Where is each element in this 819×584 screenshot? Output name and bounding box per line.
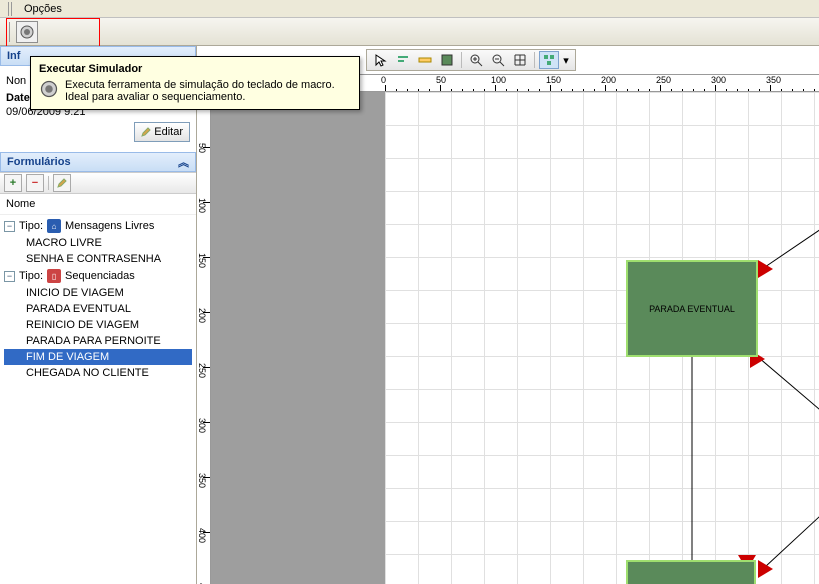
align-icon [396, 53, 410, 67]
tree-item[interactable]: REINICIO DE VIAGEM [4, 317, 192, 333]
canvas-gray-pad [211, 92, 385, 584]
main-area: Inf ︽ Non Date de Criação 09/06/2009 9:2… [0, 46, 819, 584]
simulator-icon [39, 79, 59, 99]
forms-panel-header[interactable]: Formulários ︽ [0, 152, 196, 172]
grip-icon [8, 2, 14, 16]
tree-item[interactable]: FIM DE VIAGEM [4, 349, 192, 365]
collapse-box-icon[interactable]: − [4, 221, 15, 232]
forms-tree: − Tipo: ⌂ Mensagens Livres MACRO LIVRE S… [0, 215, 196, 584]
pencil-icon [141, 127, 151, 137]
square-icon [440, 53, 454, 67]
forms-toolbar: + − [0, 172, 196, 194]
top-toolbar [0, 18, 819, 46]
layout-button[interactable] [539, 51, 559, 69]
dropdown-button[interactable]: ▾ [561, 51, 571, 69]
nome-column-header: Nome [0, 194, 196, 215]
canvas-area: ▾ 050100150200250300350400450500 5010015… [197, 46, 819, 584]
separator [48, 176, 49, 190]
tree-group[interactable]: − Tipo: ▯ Sequenciadas [4, 267, 192, 285]
remove-button[interactable]: − [26, 174, 44, 192]
forms-header-label: Formulários [7, 156, 71, 168]
tree-item[interactable]: PARADA PARA PERNOITE [4, 333, 192, 349]
zoom-in-icon [469, 53, 483, 67]
separator [534, 52, 535, 68]
layout-icon [542, 53, 556, 67]
grip-icon [6, 22, 12, 42]
tooltip-desc: Executa ferramenta de simulação do tecla… [65, 79, 351, 103]
tooltip: Executar Simulador Executa ferramenta de… [30, 56, 360, 110]
run-simulator-button[interactable] [16, 21, 38, 43]
edit-form-button[interactable] [53, 174, 71, 192]
vertical-ruler: 50100150200250300350400450500 [197, 74, 211, 584]
canvas-toolbar: ▾ [366, 49, 576, 71]
tree-group[interactable]: − Tipo: ⌂ Mensagens Livres [4, 217, 192, 235]
grid-button[interactable] [510, 51, 530, 69]
zoom-out-icon [491, 53, 505, 67]
pencil-icon [57, 178, 67, 188]
tree-item[interactable]: SENHA E CONTRASENHA [4, 251, 192, 267]
fill-tool-button[interactable] [437, 51, 457, 69]
cursor-icon [374, 53, 388, 67]
ruler-tool-button[interactable] [415, 51, 435, 69]
tooltip-title: Executar Simulador [39, 63, 351, 75]
tree-item[interactable]: INICIO DE VIAGEM [4, 285, 192, 301]
add-button[interactable]: + [4, 174, 22, 192]
tree-item[interactable]: MACRO LIVRE [4, 235, 192, 251]
simulator-icon [19, 24, 35, 40]
edit-button[interactable]: Editar [134, 122, 190, 142]
align-tool-button[interactable] [393, 51, 413, 69]
node-parada-para[interactable]: PARADA PARA [626, 560, 756, 584]
type-icon: ⌂ [47, 219, 61, 233]
select-tool-button[interactable] [371, 51, 391, 69]
menu-opcoes[interactable]: Opções [18, 1, 68, 17]
zoom-out-button[interactable] [488, 51, 508, 69]
type-icon: ▯ [47, 269, 61, 283]
tree-item[interactable]: PARADA EVENTUAL [4, 301, 192, 317]
zoom-in-button[interactable] [466, 51, 486, 69]
ruler-icon [418, 53, 432, 67]
canvas-grid[interactable]: ↖ INICIO DE VIAGEM PARADA EVENTUAL REINI… [385, 92, 819, 584]
canvas[interactable]: ↖ INICIO DE VIAGEM PARADA EVENTUAL REINI… [211, 92, 819, 584]
node-parada-eventual[interactable]: PARADA EVENTUAL [626, 260, 758, 357]
info-header-label: Inf [7, 50, 20, 62]
tree-item[interactable]: CHEGADA NO CLIENTE [4, 365, 192, 381]
left-panel: Inf ︽ Non Date de Criação 09/06/2009 9:2… [0, 46, 197, 584]
collapse-icon[interactable]: ︽ [178, 154, 189, 170]
collapse-box-icon[interactable]: − [4, 271, 15, 282]
grid-icon [513, 53, 527, 67]
separator [461, 52, 462, 68]
menubar: Opções [0, 0, 819, 18]
